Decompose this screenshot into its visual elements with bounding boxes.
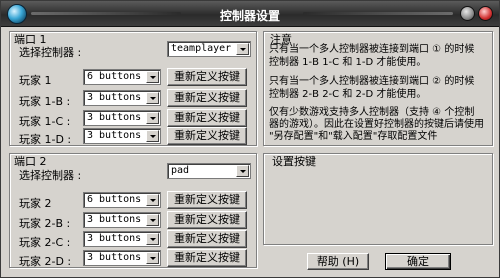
player2d-select[interactable]: 3 buttons — [83, 250, 161, 266]
key-setup-title: 设置按键 — [272, 155, 316, 168]
player1d-label: 玩家 1-D : — [19, 133, 72, 146]
player2c-redefine-button[interactable]: 重新定义按键 — [167, 230, 247, 248]
port2-controller-value: pad — [171, 165, 190, 176]
player2b-redefine-button[interactable]: 重新定义按键 — [167, 211, 247, 229]
player1b-select[interactable]: 3 buttons — [83, 90, 161, 106]
chevron-down-icon[interactable] — [236, 43, 249, 55]
chevron-down-icon[interactable] — [146, 71, 159, 83]
note-port2-line1: 只有当一个多人控制器被连接到端口 ② 的时候 — [269, 76, 475, 87]
note-port2-line2: 控制器 2-B 2-C 和 2-D 才能使用。 — [269, 89, 427, 100]
player2d-label: 玩家 2-D : — [19, 255, 72, 268]
player1-redefine-button[interactable]: 重新定义按键 — [167, 68, 247, 86]
title-bar[interactable]: 控制器设置 — [1, 1, 499, 27]
player1d-select[interactable]: 3 buttons — [83, 128, 161, 144]
chevron-down-icon[interactable] — [146, 214, 159, 226]
player1b-redefine-button[interactable]: 重新定义按键 — [167, 89, 247, 107]
player1b-value: 3 buttons — [87, 92, 142, 103]
player1c-label: 玩家 1-C : — [19, 115, 71, 128]
player2-select[interactable]: 6 buttons — [83, 192, 161, 208]
note-multi-line1: 仅有少数游戏支持多人控制器（支持 ④ 个控制 — [269, 107, 475, 118]
player1d-redefine-button[interactable]: 重新定义按键 — [167, 127, 247, 145]
player2-value: 6 buttons — [87, 194, 142, 205]
player2d-redefine-button[interactable]: 重新定义按键 — [167, 249, 247, 267]
note-port1-line1: 只有当一个多人控制器被连接到端口 ① 的时候 — [269, 44, 475, 55]
player2c-value: 3 buttons — [87, 233, 142, 244]
port1-controller-label: 选择控制器 : — [19, 46, 82, 59]
player2-label: 玩家 2 — [19, 197, 52, 210]
port2-controller-select[interactable]: pad — [167, 163, 251, 179]
window-title: 控制器设置 — [219, 9, 280, 23]
player2d-value: 3 buttons — [87, 252, 142, 263]
chevron-down-icon[interactable] — [146, 194, 159, 206]
player1d-value: 3 buttons — [87, 130, 142, 141]
port1-controller-select[interactable]: teamplayer — [167, 41, 251, 57]
player1c-value: 3 buttons — [87, 112, 142, 123]
player1c-redefine-button[interactable]: 重新定义按键 — [167, 109, 247, 127]
player2b-value: 3 buttons — [87, 214, 142, 225]
port2-controller-label: 选择控制器 : — [19, 169, 82, 182]
player2c-label: 玩家 2-C : — [19, 236, 71, 249]
player1-select[interactable]: 6 buttons — [83, 69, 161, 85]
chevron-down-icon[interactable] — [146, 112, 159, 124]
title-decoration-right — [303, 12, 453, 15]
player1b-label: 玩家 1-B : — [19, 95, 71, 108]
chevron-down-icon[interactable] — [146, 130, 159, 142]
close-icon[interactable] — [478, 6, 493, 21]
note-multi-line2: 器的游戏）。因此在设置好控制器的按键后请使用 — [269, 119, 484, 130]
minimize-icon[interactable] — [460, 6, 475, 21]
player2b-select[interactable]: 3 buttons — [83, 212, 161, 228]
chevron-down-icon[interactable] — [236, 165, 249, 177]
key-setup-group: 设置按键 — [263, 153, 493, 245]
player2b-label: 玩家 2-B : — [19, 217, 71, 230]
player1-label: 玩家 1 — [19, 74, 52, 87]
note-multi-line3: "另存配置"和"载入配置"存取配置文件 — [269, 131, 438, 142]
port1-controller-value: teamplayer — [171, 43, 232, 54]
chevron-down-icon[interactable] — [146, 92, 159, 104]
player1-value: 6 buttons — [87, 71, 142, 82]
ok-button[interactable]: 确定 — [385, 253, 451, 270]
player2-redefine-button[interactable]: 重新定义按键 — [167, 191, 247, 209]
chevron-down-icon[interactable] — [146, 233, 159, 245]
note-port1-line2: 控制器 1-B 1-C 和 1-D 才能使用。 — [269, 57, 427, 68]
player1c-select[interactable]: 3 buttons — [83, 110, 161, 126]
help-button[interactable]: 帮助 (H) — [307, 253, 369, 270]
controller-settings-window: 控制器设置 端口 1 选择控制器 : teamplayer 玩家 1 6 but… — [0, 0, 500, 278]
chevron-down-icon[interactable] — [146, 252, 159, 264]
player2c-select[interactable]: 3 buttons — [83, 231, 161, 247]
